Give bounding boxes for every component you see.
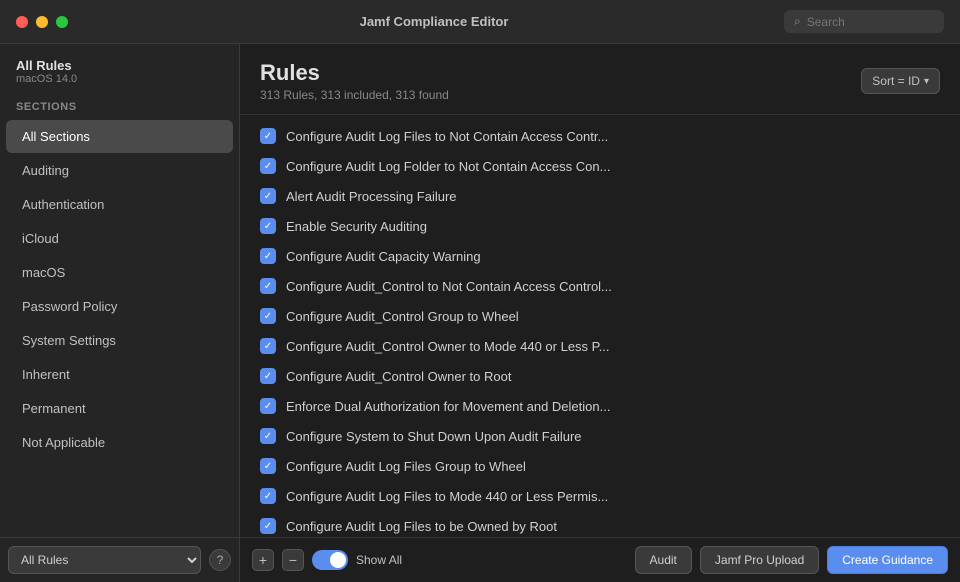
title-bar: Jamf Compliance Editor ⌕: [0, 0, 960, 44]
rules-meta: 313 Rules, 313 included, 313 found: [260, 88, 449, 102]
minimize-button[interactable]: [36, 16, 48, 28]
rule-checkbox[interactable]: ✓: [260, 398, 276, 414]
remove-button[interactable]: −: [282, 549, 304, 571]
rule-label: Configure Audit Log Files to Mode 440 or…: [286, 489, 608, 504]
sidebar-item-inherent[interactable]: Inherent: [6, 358, 233, 391]
rule-item[interactable]: ✓ Enforce Dual Authorization for Movement…: [252, 391, 948, 421]
show-all-toggle[interactable]: [312, 550, 348, 570]
rule-item[interactable]: ✓ Configure Audit Log Files to Mode 440 o…: [252, 481, 948, 511]
rule-checkbox[interactable]: ✓: [260, 368, 276, 384]
sort-label: Sort = ID: [872, 74, 920, 88]
rules-select[interactable]: All Rules: [8, 546, 201, 574]
app-title: Jamf Compliance Editor: [84, 14, 784, 29]
rule-item[interactable]: ✓ Enable Security Auditing: [252, 211, 948, 241]
rule-label: Configure Audit Log Folder to Not Contai…: [286, 159, 610, 174]
rule-checkbox[interactable]: ✓: [260, 518, 276, 534]
rule-item[interactable]: ✓ Configure Audit_Control Group to Wheel: [252, 301, 948, 331]
rule-label: Enforce Dual Authorization for Movement …: [286, 399, 610, 414]
rule-label: Configure System to Shut Down Upon Audit…: [286, 429, 582, 444]
help-button[interactable]: ?: [209, 549, 231, 571]
rule-checkbox[interactable]: ✓: [260, 278, 276, 294]
rule-label: Configure Audit_Control Owner to Mode 44…: [286, 339, 610, 354]
chevron-down-icon: ▾: [924, 76, 929, 87]
footer-actions: Audit Jamf Pro Upload Create Guidance: [635, 546, 948, 574]
sidebar-sub-label: macOS 14.0: [16, 73, 223, 85]
rule-checkbox[interactable]: ✓: [260, 188, 276, 204]
rule-label: Configure Audit Log Files to be Owned by…: [286, 519, 557, 534]
rule-checkbox[interactable]: ✓: [260, 338, 276, 354]
rule-item[interactable]: ✓ Configure Audit_Control Owner to Root: [252, 361, 948, 391]
sidebar-item-permanent[interactable]: Permanent: [6, 392, 233, 425]
rule-checkbox[interactable]: ✓: [260, 488, 276, 504]
rule-checkbox[interactable]: ✓: [260, 218, 276, 234]
sidebar-header: All Rules macOS 14.0: [0, 44, 239, 89]
search-input[interactable]: [807, 15, 927, 29]
close-button[interactable]: [16, 16, 28, 28]
rule-item[interactable]: ✓ Configure Audit Log Files Group to Whee…: [252, 451, 948, 481]
rule-checkbox[interactable]: ✓: [260, 248, 276, 264]
rule-item[interactable]: ✓ Configure Audit Log Files to be Owned b…: [252, 511, 948, 537]
sections-title: Sections: [0, 89, 239, 119]
sidebar-item-password-policy[interactable]: Password Policy: [6, 290, 233, 323]
rule-checkbox[interactable]: ✓: [260, 458, 276, 474]
rule-label: Configure Audit_Control Group to Wheel: [286, 309, 519, 324]
audit-button[interactable]: Audit: [635, 546, 692, 574]
main-layout: All Rules macOS 14.0 Sections All Sectio…: [0, 44, 960, 582]
rule-label: Configure Audit_Control to Not Contain A…: [286, 279, 612, 294]
content-header: Rules 313 Rules, 313 included, 313 found…: [240, 44, 960, 115]
rule-label: Alert Audit Processing Failure: [286, 189, 457, 204]
sidebar-item-macos[interactable]: macOS: [6, 256, 233, 289]
rule-label: Configure Audit Log Files to Not Contain…: [286, 129, 608, 144]
sidebar-main-label: All Rules: [16, 58, 223, 73]
rule-checkbox[interactable]: ✓: [260, 308, 276, 324]
rule-label: Configure Audit_Control Owner to Root: [286, 369, 511, 384]
sidebar-item-not-applicable[interactable]: Not Applicable: [6, 426, 233, 459]
rule-label: Configure Audit Capacity Warning: [286, 249, 481, 264]
sidebar-footer: All Rules ?: [0, 537, 239, 582]
sidebar-item-authentication[interactable]: Authentication: [6, 188, 233, 221]
rules-title: Rules: [260, 60, 449, 86]
rules-list: ✓ Configure Audit Log Files to Not Contai…: [240, 115, 960, 537]
sidebar-items: All SectionsAuditingAuthenticationiCloud…: [0, 119, 239, 537]
sidebar-item-system-settings[interactable]: System Settings: [6, 324, 233, 357]
sidebar-item-auditing[interactable]: Auditing: [6, 154, 233, 187]
create-guidance-button[interactable]: Create Guidance: [827, 546, 948, 574]
content-area: Rules 313 Rules, 313 included, 313 found…: [240, 44, 960, 582]
rule-item[interactable]: ✓ Configure Audit Capacity Warning: [252, 241, 948, 271]
rule-label: Configure Audit Log Files Group to Wheel: [286, 459, 526, 474]
maximize-button[interactable]: [56, 16, 68, 28]
sidebar: All Rules macOS 14.0 Sections All Sectio…: [0, 44, 240, 582]
search-bar[interactable]: ⌕: [784, 10, 944, 33]
rule-checkbox[interactable]: ✓: [260, 428, 276, 444]
rule-label: Enable Security Auditing: [286, 219, 427, 234]
rule-item[interactable]: ✓ Configure Audit_Control to Not Contain …: [252, 271, 948, 301]
add-button[interactable]: +: [252, 549, 274, 571]
content-footer: + − Show All Audit Jamf Pro Upload Creat…: [240, 537, 960, 582]
show-all-label[interactable]: Show All: [356, 553, 402, 567]
rule-item[interactable]: ✓ Configure Audit Log Files to Not Contai…: [252, 121, 948, 151]
rule-item[interactable]: ✓ Configure Audit Log Folder to Not Conta…: [252, 151, 948, 181]
rule-item[interactable]: ✓ Configure Audit_Control Owner to Mode 4…: [252, 331, 948, 361]
rule-item[interactable]: ✓ Configure System to Shut Down Upon Audi…: [252, 421, 948, 451]
sidebar-item-icloud[interactable]: iCloud: [6, 222, 233, 255]
rule-checkbox[interactable]: ✓: [260, 158, 276, 174]
search-icon: ⌕: [794, 14, 801, 29]
jamf-pro-upload-button[interactable]: Jamf Pro Upload: [700, 546, 819, 574]
rule-item[interactable]: ✓ Alert Audit Processing Failure: [252, 181, 948, 211]
rule-checkbox[interactable]: ✓: [260, 128, 276, 144]
sort-button[interactable]: Sort = ID ▾: [861, 68, 940, 94]
window-controls: [16, 16, 68, 28]
sidebar-item-all-sections[interactable]: All Sections: [6, 120, 233, 153]
